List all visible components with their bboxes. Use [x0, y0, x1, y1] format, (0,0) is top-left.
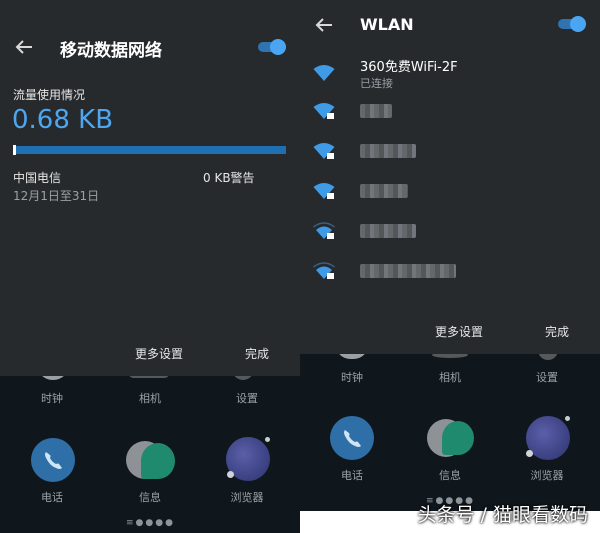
- mobile-data-panel: 移动数据网络 流量使用情况 0.68 KB 中国电信 12月1日至31日 0 K…: [0, 0, 300, 376]
- more-settings-button[interactable]: 更多设置: [435, 323, 483, 340]
- wifi-network-name-blurred: [360, 224, 416, 238]
- phone-app-label: 电话: [341, 469, 363, 482]
- browser-app-label: 浏览器: [230, 491, 264, 504]
- left-phone-screen: 时钟 相机 设置 电话 信息 浏览器 ≡●●●● 移动数据网络 流量使用情况 0…: [0, 0, 300, 533]
- page-title: WLAN: [360, 15, 414, 34]
- settings-app-label: 设置: [236, 392, 258, 405]
- wifi-network-row[interactable]: [300, 252, 600, 292]
- phone-handset-icon: [344, 430, 361, 447]
- more-settings-button[interactable]: 更多设置: [135, 345, 183, 362]
- browser-app-small-dot-icon: [227, 471, 234, 478]
- wifi-network-row[interactable]: [300, 132, 600, 172]
- messages-app-bubble-icon: [442, 421, 474, 455]
- usage-section-label: 流量使用情况: [13, 88, 86, 102]
- phone-handset-icon: [45, 452, 62, 469]
- page-indicator: ≡●●●●: [126, 518, 175, 528]
- done-button[interactable]: 完成: [545, 323, 569, 340]
- back-arrow-icon[interactable]: [310, 11, 338, 39]
- watermark-text: 头条号 / 猫眼看数码: [417, 504, 588, 526]
- browser-app-dot-icon: [265, 437, 270, 442]
- billing-period: 12月1日至31日: [13, 189, 100, 203]
- wifi-locked-icon: [313, 183, 335, 199]
- right-phone-screen: 时钟 相机 设置 电话 信息 浏览器 ≡●●●● WLAN 360免费WiFi-…: [300, 0, 600, 533]
- wifi-network-name-blurred: [360, 144, 416, 158]
- messages-app-label: 信息: [439, 469, 461, 482]
- wlan-panel: WLAN 360免费WiFi-2F 已连接 更多设置 完成: [300, 0, 600, 354]
- back-arrow-icon[interactable]: [10, 33, 38, 61]
- messages-app-label: 信息: [139, 491, 161, 504]
- camera-app-label: 相机: [139, 392, 161, 405]
- wifi-network-name-blurred: [360, 184, 408, 198]
- wifi-network-row[interactable]: [300, 212, 600, 252]
- wifi-full-icon: [313, 65, 335, 81]
- phone-app-icon[interactable]: [330, 416, 374, 460]
- usage-progress-marker: [13, 145, 16, 155]
- page-title: 移动数据网络: [60, 41, 162, 61]
- settings-app-label: 设置: [536, 371, 558, 384]
- wifi-network-name-blurred: [360, 264, 456, 278]
- wifi-locked-icon: [313, 103, 335, 119]
- wifi-locked-icon: [313, 262, 335, 279]
- phone-app-icon[interactable]: [31, 438, 75, 482]
- usage-value: 0.68 KB: [12, 105, 114, 135]
- data-warning-value[interactable]: 0 KB警告: [203, 169, 255, 186]
- messages-app-bubble-icon: [141, 443, 175, 479]
- camera-app-label: 相机: [439, 371, 461, 384]
- clock-app-label: 时钟: [41, 392, 63, 405]
- browser-app-dot-icon: [565, 416, 570, 421]
- done-button[interactable]: 完成: [245, 345, 269, 362]
- wifi-connection-status: 已连接: [360, 77, 393, 90]
- wifi-network-row[interactable]: 360免费WiFi-2F 已连接: [300, 54, 600, 94]
- browser-app-small-dot-icon: [526, 450, 533, 457]
- mobile-data-toggle[interactable]: [256, 37, 290, 57]
- wifi-network-name: 360免费WiFi-2F: [360, 60, 458, 75]
- wifi-network-row[interactable]: [300, 92, 600, 132]
- wifi-network-row[interactable]: [300, 172, 600, 212]
- carrier-name: 中国电信: [13, 171, 62, 185]
- wifi-locked-icon: [313, 222, 335, 239]
- wlan-toggle[interactable]: [556, 14, 590, 34]
- clock-app-label: 时钟: [341, 371, 363, 384]
- wifi-locked-icon: [313, 143, 335, 159]
- wifi-network-name-blurred: [360, 104, 392, 118]
- phone-app-label: 电话: [41, 491, 63, 504]
- browser-app-label: 浏览器: [530, 469, 564, 482]
- usage-progress-bar: [13, 146, 286, 154]
